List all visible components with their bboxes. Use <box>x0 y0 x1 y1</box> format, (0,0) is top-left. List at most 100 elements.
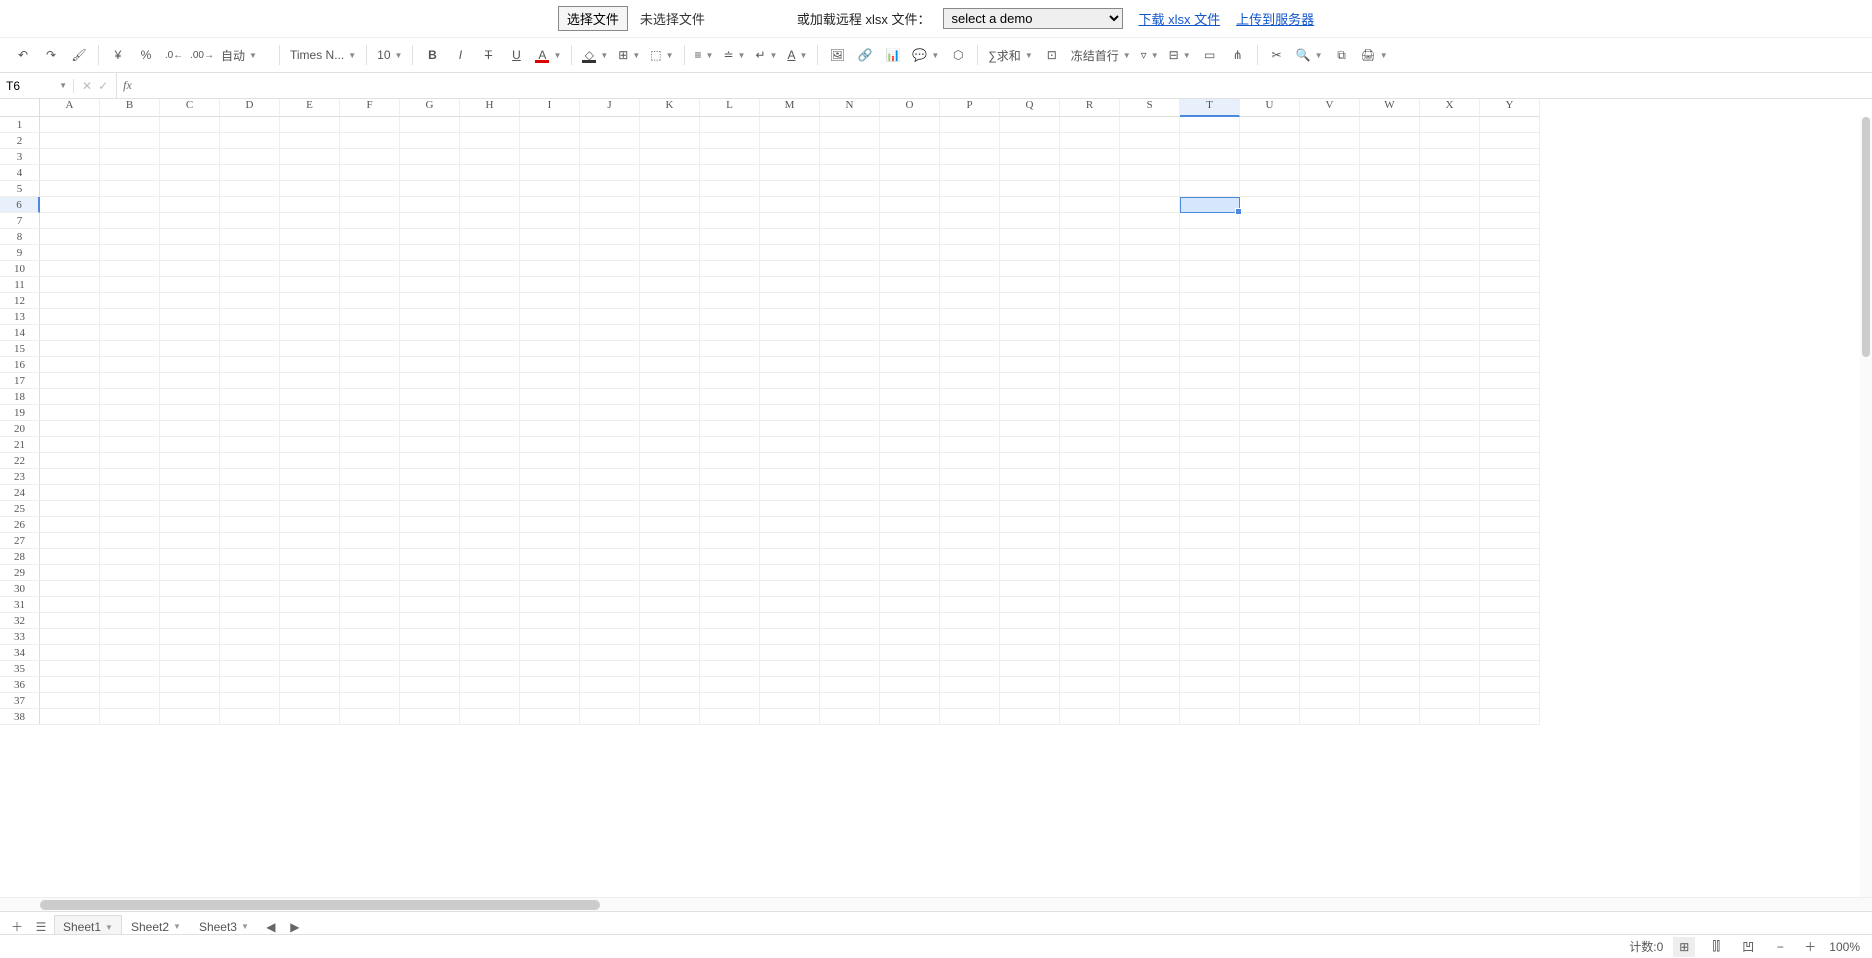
decrease-decimal-button[interactable]: .0← <box>161 42 187 68</box>
cell[interactable] <box>280 165 340 181</box>
cell[interactable] <box>1360 469 1420 485</box>
cell[interactable] <box>1480 229 1540 245</box>
cell[interactable] <box>1360 373 1420 389</box>
cell[interactable] <box>280 213 340 229</box>
zoom-in-button[interactable]: ＋ <box>1799 937 1821 957</box>
cell[interactable] <box>700 325 760 341</box>
cell[interactable] <box>1420 549 1480 565</box>
cell[interactable] <box>940 693 1000 709</box>
row-header[interactable]: 10 <box>0 261 40 277</box>
cell[interactable] <box>1480 373 1540 389</box>
cell[interactable] <box>1060 437 1120 453</box>
cell[interactable] <box>220 693 280 709</box>
cell[interactable] <box>1300 117 1360 133</box>
cell[interactable] <box>1180 325 1240 341</box>
cell[interactable] <box>40 277 100 293</box>
cell[interactable] <box>880 149 940 165</box>
cell[interactable] <box>640 245 700 261</box>
cell[interactable] <box>460 709 520 725</box>
cell[interactable] <box>1360 261 1420 277</box>
cell[interactable] <box>280 485 340 501</box>
cell[interactable] <box>1300 277 1360 293</box>
cell[interactable] <box>760 645 820 661</box>
cell[interactable] <box>700 117 760 133</box>
cell[interactable] <box>1120 389 1180 405</box>
cell[interactable] <box>460 661 520 677</box>
cell[interactable] <box>1420 405 1480 421</box>
row-header[interactable]: 15 <box>0 341 40 357</box>
cell[interactable] <box>160 389 220 405</box>
cell[interactable] <box>40 165 100 181</box>
cell[interactable] <box>1480 309 1540 325</box>
freeze-dropdown[interactable]: 冻结首行▼ <box>1067 42 1135 68</box>
cell[interactable] <box>760 581 820 597</box>
cell[interactable] <box>1000 533 1060 549</box>
cell[interactable] <box>340 613 400 629</box>
cell[interactable] <box>580 373 640 389</box>
cell[interactable] <box>160 421 220 437</box>
cell[interactable] <box>940 453 1000 469</box>
cell[interactable] <box>760 421 820 437</box>
cell[interactable] <box>40 373 100 389</box>
cell[interactable] <box>40 597 100 613</box>
cell[interactable] <box>760 277 820 293</box>
cell[interactable] <box>160 677 220 693</box>
cell[interactable] <box>460 117 520 133</box>
cell[interactable] <box>880 533 940 549</box>
cell[interactable] <box>820 565 880 581</box>
cell[interactable] <box>1180 437 1240 453</box>
cell[interactable] <box>220 597 280 613</box>
cell[interactable] <box>1000 245 1060 261</box>
cell[interactable] <box>340 389 400 405</box>
cell[interactable] <box>520 437 580 453</box>
number-format-dropdown[interactable]: 自动▼ <box>217 42 273 68</box>
row-header[interactable]: 1 <box>0 117 40 133</box>
cell[interactable] <box>1060 709 1120 725</box>
cell[interactable] <box>340 533 400 549</box>
cell[interactable] <box>340 549 400 565</box>
cell[interactable] <box>340 373 400 389</box>
row-header[interactable]: 24 <box>0 485 40 501</box>
cell[interactable] <box>1120 213 1180 229</box>
cell[interactable] <box>760 437 820 453</box>
cell[interactable] <box>460 613 520 629</box>
cell[interactable] <box>520 565 580 581</box>
cell[interactable] <box>1240 565 1300 581</box>
cell[interactable] <box>940 165 1000 181</box>
cell[interactable] <box>40 421 100 437</box>
cell[interactable] <box>1300 645 1360 661</box>
cell[interactable] <box>340 485 400 501</box>
cell[interactable] <box>1480 149 1540 165</box>
cell[interactable] <box>520 165 580 181</box>
cell[interactable] <box>820 437 880 453</box>
cell[interactable] <box>340 341 400 357</box>
cell[interactable] <box>340 293 400 309</box>
cell[interactable] <box>460 309 520 325</box>
cell[interactable] <box>1180 117 1240 133</box>
cell[interactable] <box>1000 149 1060 165</box>
cell[interactable] <box>1120 197 1180 213</box>
cell[interactable] <box>160 133 220 149</box>
cell[interactable] <box>820 581 880 597</box>
cell[interactable] <box>700 677 760 693</box>
cell[interactable] <box>100 549 160 565</box>
cell[interactable] <box>580 597 640 613</box>
cell[interactable] <box>280 565 340 581</box>
bold-button[interactable]: B <box>419 42 445 68</box>
cell[interactable] <box>640 229 700 245</box>
cell[interactable] <box>1120 165 1180 181</box>
cell[interactable] <box>1180 469 1240 485</box>
cell[interactable] <box>1240 117 1300 133</box>
cell[interactable] <box>640 277 700 293</box>
cell[interactable] <box>520 517 580 533</box>
cell[interactable] <box>160 629 220 645</box>
cell[interactable] <box>580 309 640 325</box>
cell[interactable] <box>520 357 580 373</box>
cell[interactable] <box>400 485 460 501</box>
cell[interactable] <box>1000 629 1060 645</box>
cell[interactable] <box>1480 165 1540 181</box>
cell[interactable] <box>40 645 100 661</box>
cell[interactable] <box>460 277 520 293</box>
cell[interactable] <box>340 261 400 277</box>
cell[interactable] <box>880 197 940 213</box>
